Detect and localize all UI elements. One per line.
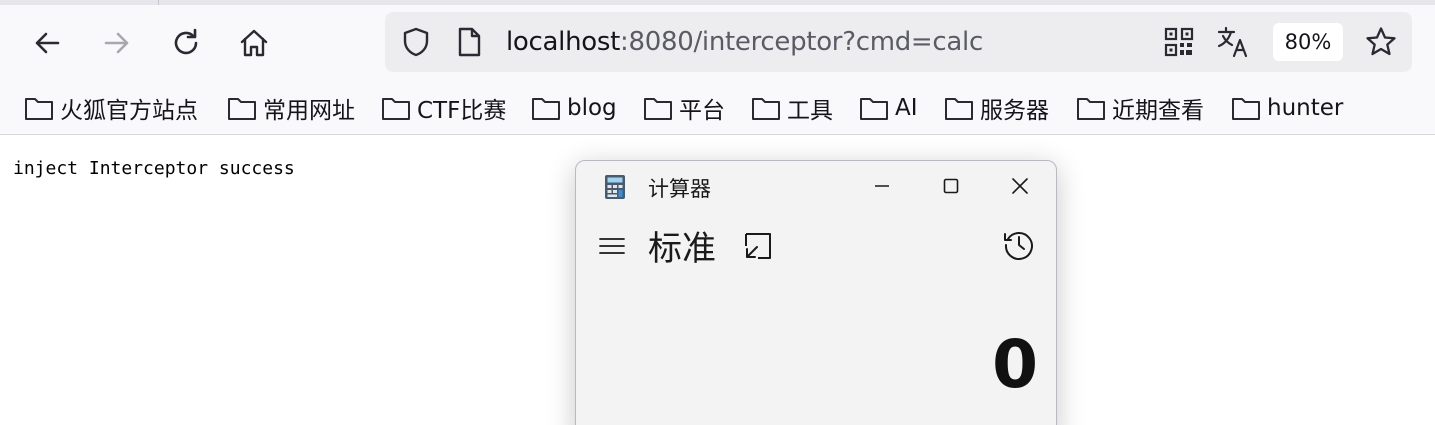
reload-button[interactable] xyxy=(166,23,206,63)
calculator-window[interactable]: 计算器 标准 0 xyxy=(575,160,1057,425)
folder-icon xyxy=(1077,98,1105,120)
url-path: :8080/interceptor?cmd=calc xyxy=(620,27,983,57)
folder-icon xyxy=(860,98,888,120)
maximize-button[interactable] xyxy=(936,171,966,201)
bookmark-label: 服务器 xyxy=(980,98,1049,124)
back-button[interactable] xyxy=(27,23,67,63)
forward-button[interactable] xyxy=(97,23,137,63)
url-text[interactable]: localhost:8080/interceptor?cmd=calc xyxy=(506,26,983,58)
reload-icon xyxy=(174,28,198,55)
page-icon[interactable] xyxy=(452,25,486,59)
navigation-toolbar: localhost:8080/interceptor?cmd=calc 80% xyxy=(0,5,1435,81)
calculator-titlebar[interactable]: 计算器 xyxy=(576,161,1056,211)
calculator-app-icon xyxy=(605,175,625,199)
zoom-level-button[interactable]: 80% xyxy=(1273,23,1343,61)
folder-icon xyxy=(532,98,560,120)
hamburger-menu-icon[interactable] xyxy=(596,231,628,261)
bookmark-folder[interactable]: CTF比赛 xyxy=(381,91,506,125)
page-body-text: inject Interceptor success xyxy=(13,158,295,179)
folder-icon xyxy=(25,98,53,120)
bookmark-label: 火狐官方站点 xyxy=(60,98,198,124)
star-icon[interactable] xyxy=(1364,25,1398,59)
calculator-header: 标准 xyxy=(576,221,1056,271)
folder-icon xyxy=(382,98,410,120)
folder-icon xyxy=(228,98,256,120)
bookmark-label: 工具 xyxy=(787,98,833,124)
folder-icon xyxy=(644,98,672,120)
bookmark-folder[interactable]: 服务器 xyxy=(944,91,1049,125)
bookmark-folder[interactable]: AI xyxy=(859,91,918,125)
arrow-left-icon xyxy=(35,32,60,54)
maximize-icon xyxy=(943,178,959,194)
bookmark-folder[interactable]: 工具 xyxy=(751,91,833,125)
bookmark-label: 平台 xyxy=(679,98,725,124)
calculator-display: 0 xyxy=(992,326,1038,403)
bookmark-label: 近期查看 xyxy=(1112,98,1204,124)
bookmark-folder[interactable]: 近期查看 xyxy=(1076,91,1204,125)
bookmark-label: CTF比赛 xyxy=(417,98,507,124)
home-icon xyxy=(240,29,268,57)
bookmark-folder[interactable]: 常用网址 xyxy=(227,91,355,125)
arrow-right-icon xyxy=(104,32,129,54)
qr-code-icon[interactable] xyxy=(1162,25,1196,59)
close-icon xyxy=(1012,178,1028,194)
minimize-button[interactable] xyxy=(867,171,897,201)
keep-on-top-icon[interactable] xyxy=(741,229,775,263)
close-button[interactable] xyxy=(1005,171,1035,201)
bookmark-label: blog xyxy=(567,95,617,121)
bookmark-label: hunter xyxy=(1267,95,1344,121)
minimize-icon xyxy=(875,185,889,187)
folder-icon xyxy=(752,98,780,120)
bookmark-folder[interactable]: 平台 xyxy=(643,91,725,125)
url-host: localhost xyxy=(506,27,621,57)
url-bar[interactable]: localhost:8080/interceptor?cmd=calc 80% xyxy=(385,12,1412,72)
calculator-mode-title: 标准 xyxy=(648,229,716,269)
bookmark-label: AI xyxy=(895,95,918,121)
calculator-window-title: 计算器 xyxy=(648,177,711,201)
folder-icon xyxy=(1232,98,1260,120)
bookmark-folder[interactable]: 火狐官方站点 xyxy=(24,91,198,125)
bookmark-folder[interactable]: hunter xyxy=(1231,91,1343,125)
bookmarks-toolbar: 火狐官方站点 常用网址 CTF比赛 blog 平台 工具 AI 服务器 近期查看… xyxy=(0,81,1435,135)
bookmark-label: 常用网址 xyxy=(263,98,355,124)
history-icon[interactable] xyxy=(1001,227,1037,263)
bookmark-folder[interactable]: blog xyxy=(531,91,617,125)
shield-icon[interactable] xyxy=(399,25,433,59)
folder-icon xyxy=(945,98,973,120)
translate-icon[interactable] xyxy=(1216,25,1250,59)
home-button[interactable] xyxy=(234,23,274,63)
